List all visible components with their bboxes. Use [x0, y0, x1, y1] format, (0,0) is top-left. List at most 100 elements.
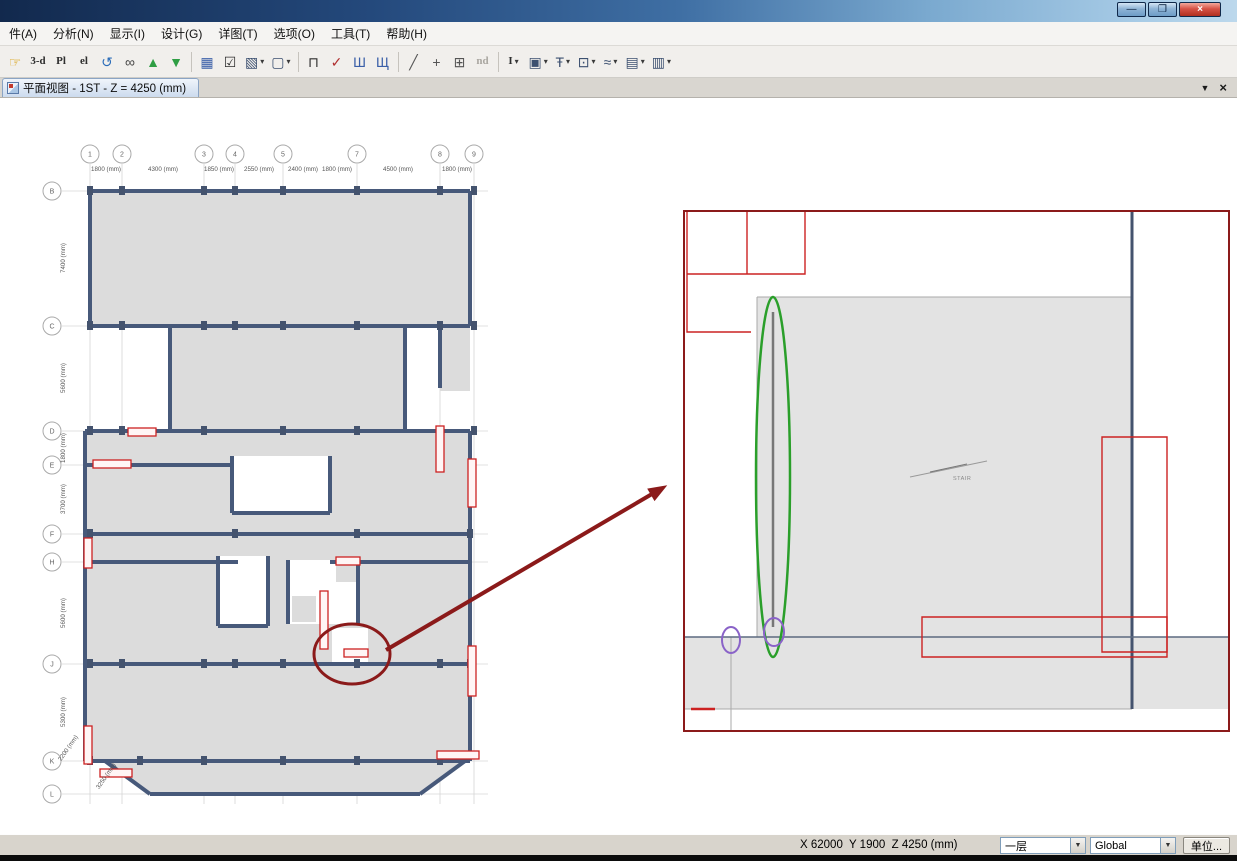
restore-button[interactable]: ❐ — [1148, 2, 1177, 17]
draw-check-icon[interactable]: ✓ — [326, 50, 348, 74]
dropdown-arrow-icon[interactable]: ▾ — [260, 57, 264, 66]
select-check-icon[interactable]: ☑ — [219, 50, 241, 74]
dropdown-arrow-icon[interactable]: ▾ — [613, 57, 617, 66]
svg-text:1800 (mm): 1800 (mm) — [91, 166, 121, 173]
dropdown-arrow-icon[interactable]: ▾ — [641, 57, 645, 66]
svg-text:H: H — [49, 560, 54, 567]
story-combobox[interactable]: 一层 ▼ — [1000, 837, 1086, 854]
application-window: — ❐ × 件(A)分析(N)显示(I)设计(G)详图(T)选项(O)工具(T)… — [0, 0, 1237, 861]
dropdown-arrow-icon[interactable]: ▾ — [591, 57, 595, 66]
svg-text:5: 5 — [281, 152, 285, 159]
nd-button[interactable]: nd — [472, 50, 494, 74]
svg-text:8: 8 — [438, 152, 442, 159]
assign-area-section-icon[interactable]: ▣▾ — [526, 50, 551, 74]
svg-text:1800 (mm): 1800 (mm) — [60, 433, 67, 463]
story-up-icon[interactable]: ▲ — [142, 50, 164, 74]
menu-item-6[interactable]: 工具(T) — [323, 21, 378, 46]
svg-text:2550 (mm): 2550 (mm) — [244, 166, 274, 173]
minimize-button[interactable]: — — [1117, 2, 1146, 17]
toolbar-separator — [298, 52, 299, 72]
assign-support-icon[interactable]: Ŧ▾ — [552, 50, 574, 74]
view-3d-button[interactable]: 3-d — [27, 50, 49, 74]
dropdown-arrow-icon[interactable]: ▾ — [286, 57, 290, 66]
draw-wall-icon[interactable]: Ш — [349, 50, 371, 74]
svg-text:5300 (mm): 5300 (mm) — [60, 697, 67, 727]
chevron-down-icon[interactable]: ▼ — [1160, 838, 1175, 853]
floor-plan-view[interactable]: 1 2 3 4 5 7 8 9 B C D E F H J K L 1800 (… — [0, 98, 700, 834]
svg-text:2: 2 — [120, 152, 124, 159]
menu-item-7[interactable]: 帮助(H) — [378, 21, 435, 46]
draw-frame-icon[interactable]: ⊓ — [303, 50, 325, 74]
svg-text:7: 7 — [355, 152, 359, 159]
dropdown-arrow-icon[interactable]: ▾ — [515, 57, 519, 66]
cursor-coordinates: X 62000 Y 1900 Z 4250 (mm) — [800, 839, 957, 851]
svg-text:1800 (mm): 1800 (mm) — [442, 166, 472, 173]
status-bar: X 62000 Y 1900 Z 4250 (mm) 一层 ▼ Global ▼… — [0, 834, 1237, 855]
coordinate-system-combobox[interactable]: Global ▼ — [1090, 837, 1176, 854]
window-controls: — ❐ × — [1117, 2, 1221, 17]
svg-text:4: 4 — [233, 152, 237, 159]
assign-pier-icon[interactable]: ▥▾ — [649, 50, 674, 74]
dropdown-arrow-icon[interactable]: ▾ — [667, 57, 671, 66]
restore-icon: ❐ — [1158, 5, 1167, 15]
menu-item-2[interactable]: 显示(I) — [102, 21, 153, 46]
assign-release-icon[interactable]: ⊡▾ — [575, 50, 599, 74]
object-shrink-icon[interactable]: ▧▾ — [242, 50, 267, 74]
tabbar-controls: ▼ × — [1200, 78, 1237, 97]
menu-item-4[interactable]: 详图(T) — [210, 21, 265, 46]
tab-plan-view[interactable]: 平面视图 - 1ST - Z = 4250 (mm) — [2, 78, 199, 97]
plan-view-icon — [7, 82, 19, 94]
display-options-glasses-icon[interactable]: ∞ — [119, 50, 141, 74]
assign-spring-icon[interactable]: ≈▾ — [600, 50, 622, 74]
toolbar-separator — [498, 52, 499, 72]
svg-text:2400 (mm): 2400 (mm) — [288, 166, 318, 173]
dropdown-arrow-icon[interactable]: ▾ — [566, 57, 570, 66]
minimize-icon: — — [1127, 5, 1137, 15]
tab-list-dropdown-icon[interactable]: ▼ — [1200, 83, 1209, 93]
tab-close-icon[interactable]: × — [1219, 81, 1227, 94]
toolbar: ☞3-dPlel↺∞▲▼ ▦☑▧▾▢▾ ⊓✓ШЩ ╱+⊞nd I▾▣▾Ŧ▾⊡▾≈▾▤▾▥… — [0, 46, 1237, 78]
svg-text:1800 (mm): 1800 (mm) — [322, 166, 352, 173]
tab-title: 平面视图 - 1ST - Z = 4250 (mm) — [23, 80, 186, 96]
assign-diaphragm-icon[interactable]: ▤▾ — [623, 50, 648, 74]
svg-text:C: C — [49, 324, 54, 331]
svg-text:5600 (mm): 5600 (mm) — [60, 598, 67, 628]
draw-point-icon[interactable]: + — [426, 50, 448, 74]
similar-stories-icon[interactable]: ▦ — [196, 50, 218, 74]
dropdown-arrow-icon[interactable]: ▾ — [544, 57, 548, 66]
pan-hand-icon[interactable]: ☞ — [4, 50, 26, 74]
coordinate-system-value: Global — [1095, 840, 1160, 852]
draw-link-icon[interactable]: ⊞ — [449, 50, 471, 74]
menu-item-5[interactable]: 选项(O) — [266, 21, 323, 46]
svg-text:4300 (mm): 4300 (mm) — [148, 166, 178, 173]
draw-area-icon[interactable]: Щ — [372, 50, 394, 74]
svg-text:2200 (mm): 2200 (mm) — [57, 734, 80, 763]
object-view-options-icon[interactable]: ▢▾ — [268, 50, 293, 74]
menu-bar: 件(A)分析(N)显示(I)设计(G)详图(T)选项(O)工具(T)帮助(H) — [0, 22, 1237, 46]
story-down-icon[interactable]: ▼ — [165, 50, 187, 74]
draw-line-icon[interactable]: ╱ — [403, 50, 425, 74]
model-canvas[interactable]: 1 2 3 4 5 7 8 9 B C D E F H J K L 1800 (… — [0, 98, 1237, 834]
units-button[interactable]: 单位... — [1183, 837, 1230, 854]
story-combobox-value: 一层 — [1005, 838, 1070, 854]
plan-view-button[interactable]: Pl — [50, 50, 72, 74]
undo-icon[interactable]: ↺ — [96, 50, 118, 74]
svg-text:B: B — [50, 189, 55, 196]
menu-item-1[interactable]: 分析(N) — [45, 21, 102, 46]
assign-frame-section-icon[interactable]: I▾ — [503, 50, 525, 74]
close-icon: × — [1197, 5, 1203, 15]
elevation-view-button[interactable]: el — [73, 50, 95, 74]
svg-text:K: K — [50, 759, 55, 766]
menu-item-3[interactable]: 设计(G) — [153, 21, 210, 46]
svg-text:5600 (mm): 5600 (mm) — [60, 363, 67, 393]
svg-text:D: D — [49, 429, 54, 436]
svg-text:3700 (mm): 3700 (mm) — [60, 484, 67, 514]
chevron-down-icon[interactable]: ▼ — [1070, 838, 1085, 853]
svg-text:1850 (mm): 1850 (mm) — [204, 166, 234, 173]
close-button[interactable]: × — [1179, 2, 1221, 17]
svg-text:3: 3 — [202, 152, 206, 159]
toolbar-separator — [398, 52, 399, 72]
menu-item-0[interactable]: 件(A) — [1, 21, 45, 46]
detail-view[interactable]: STAIR — [683, 210, 1230, 732]
svg-text:E: E — [50, 463, 55, 470]
